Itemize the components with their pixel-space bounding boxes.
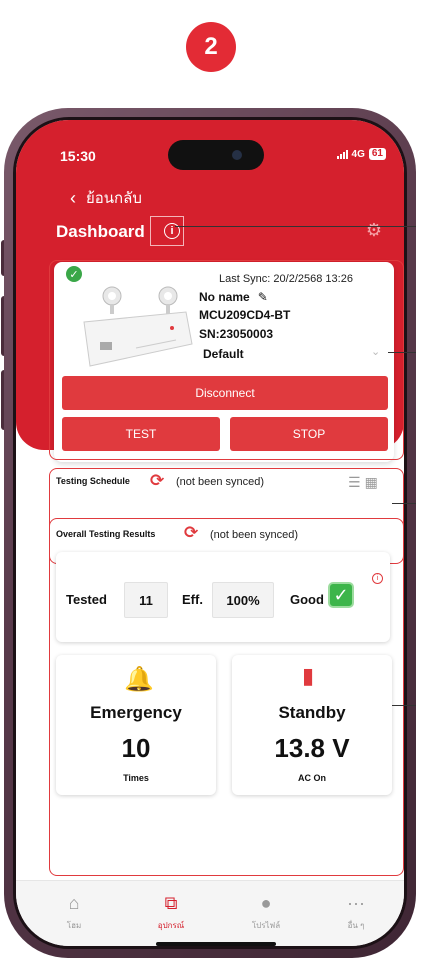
status-indicators: 4G 61 <box>336 148 386 160</box>
test-button[interactable]: TEST <box>62 417 220 451</box>
calendar-icon[interactable]: ▦ <box>365 474 378 491</box>
page: 2 15:30 4G 61 ‹ ย้อนกลับ Dashboard i ⚙ ✓… <box>0 0 421 965</box>
device-name-text: No name <box>199 290 250 304</box>
tested-value: 11 <box>124 582 168 618</box>
overall-results-status: (not been synced) <box>210 529 299 541</box>
tested-label: Tested <box>66 592 107 607</box>
standby-value: 13.8 V <box>274 733 350 763</box>
nav-label-home: โฮม <box>66 921 82 930</box>
signal-icon <box>336 149 348 159</box>
nav-label-profile: โปรไฟล์ <box>251 921 281 930</box>
schedule-actions: ☰ ▦ <box>348 474 378 491</box>
callout-line <box>388 352 416 353</box>
device-serial: SN:23050003 <box>199 327 274 341</box>
callout-line <box>392 503 416 504</box>
testing-schedule-status: (not been synced) <box>176 476 265 488</box>
device-image <box>83 286 193 367</box>
emergency-tile: 🔔 Emergency 10 Times <box>56 655 216 795</box>
last-sync-text: Last Sync: 20/2/2568 13:26 <box>219 273 353 285</box>
page-title: Dashboard <box>56 222 145 241</box>
nav-more[interactable]: ··· อื่น ๆ <box>316 893 396 932</box>
bell-icon: 🔔 <box>124 666 154 693</box>
nav-label-more: อื่น ๆ <box>347 921 365 930</box>
camera-notch <box>168 140 264 170</box>
stop-button[interactable]: STOP <box>230 417 388 451</box>
callout-line <box>175 226 416 227</box>
phone-screen: 15:30 4G 61 ‹ ย้อนกลับ Dashboard i ⚙ ✓ L… <box>13 117 407 949</box>
nav-device[interactable]: ⧉ อุปกรณ์ <box>131 893 211 932</box>
sync-icon[interactable]: ⟳ <box>184 523 198 543</box>
connected-check-icon: ✓ <box>66 266 82 282</box>
disconnect-button[interactable]: Disconnect <box>62 376 388 410</box>
more-icon: ··· <box>347 893 365 913</box>
overall-results-title: Overall Testing Results <box>56 529 156 539</box>
home-icon: ⌂ <box>68 893 80 913</box>
standby-tile: ▮ Standby 13.8 V AC On <box>232 655 392 795</box>
device-name: No name ✎ <box>199 290 268 304</box>
nav-profile[interactable]: ● โปรไฟล์ <box>226 893 306 932</box>
eff-value: 100% <box>212 582 274 618</box>
battery-icon: 61 <box>368 148 386 160</box>
emergency-unit: Times <box>123 773 149 783</box>
battery-charging-icon: ▮ <box>302 663 315 688</box>
good-check-icon: ✓ <box>328 582 354 608</box>
standby-status: AC On <box>298 773 326 783</box>
standby-label: Standby <box>278 703 346 722</box>
info-icon[interactable]: i <box>372 573 383 584</box>
nav-label-device: อุปกรณ์ <box>157 921 185 930</box>
network-type: 4G <box>351 148 365 160</box>
status-time: 15:30 <box>60 148 96 164</box>
home-indicator <box>156 942 276 946</box>
step-badge: 2 <box>186 22 236 72</box>
gear-icon[interactable]: ⚙ <box>366 220 382 241</box>
good-label: Good <box>290 592 324 607</box>
emergency-value: 10 <box>121 733 151 763</box>
profile-select[interactable]: Default <box>203 347 244 361</box>
filter-icon[interactable]: ☰ <box>348 474 361 491</box>
emergency-label: Emergency <box>90 703 182 722</box>
phone-frame: 15:30 4G 61 ‹ ย้อนกลับ Dashboard i ⚙ ✓ L… <box>4 108 416 958</box>
pencil-icon[interactable]: ✎ <box>258 290 268 304</box>
back-label: ย้อนกลับ <box>86 190 142 207</box>
callout-line <box>392 705 416 706</box>
device-model: MCU209CD4-BT <box>199 308 291 322</box>
chevron-left-icon: ‹ <box>70 187 76 208</box>
device-icon: ⧉ <box>164 893 178 913</box>
testing-schedule-title: Testing Schedule <box>56 476 130 486</box>
sync-icon[interactable]: ⟳ <box>150 471 164 491</box>
back-button[interactable]: ‹ ย้อนกลับ <box>70 186 142 210</box>
nav-home[interactable]: ⌂ โฮม <box>34 893 114 932</box>
chevron-down-icon[interactable]: ⌄ <box>371 345 380 358</box>
bottom-nav: ⌂ โฮม ⧉ อุปกรณ์ ● โปรไฟล์ ··· อื่น ๆ <box>16 880 404 946</box>
profile-icon: ● <box>260 893 272 913</box>
eff-label: Eff. <box>182 592 203 607</box>
